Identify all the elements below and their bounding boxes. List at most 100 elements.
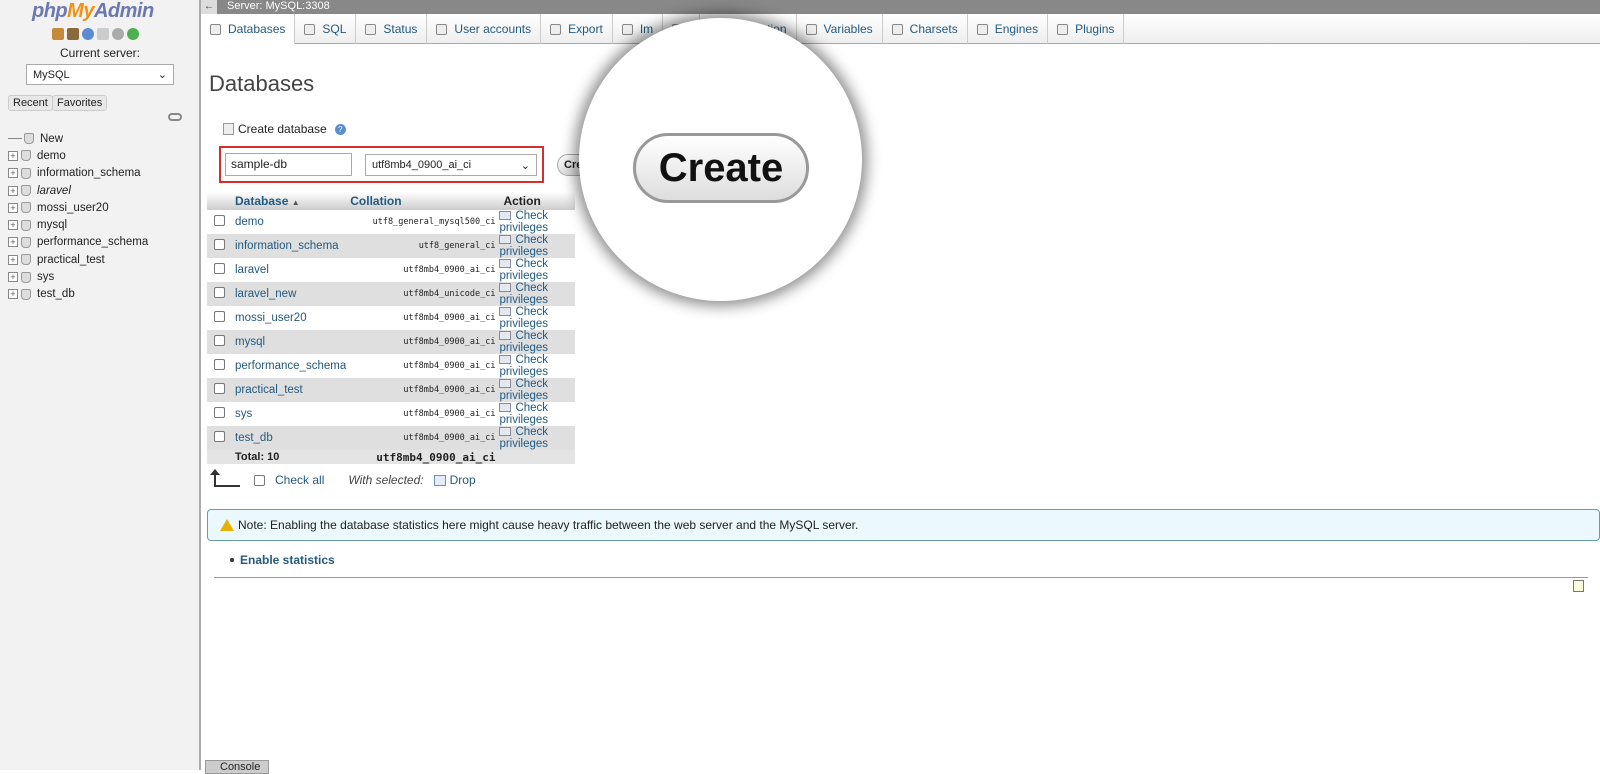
tab-user-accounts[interactable]: User accounts bbox=[427, 14, 542, 44]
check-all-label[interactable]: Check all bbox=[275, 473, 324, 487]
tab-engines[interactable]: Engines bbox=[968, 14, 1049, 44]
tree-item-new[interactable]: New bbox=[8, 130, 148, 147]
row-checkbox[interactable] bbox=[213, 287, 225, 298]
expand-icon[interactable]: + bbox=[8, 202, 18, 213]
server-breadcrumb[interactable]: Server: MySQL:3308 bbox=[227, 0, 330, 12]
server-select[interactable]: MySQL ⌄ bbox=[26, 64, 174, 85]
tree-item-database[interactable]: + information_schema bbox=[8, 165, 148, 182]
check-all-checkbox[interactable] bbox=[254, 474, 265, 486]
expand-icon[interactable]: + bbox=[8, 150, 18, 161]
row-checkbox[interactable] bbox=[213, 239, 225, 250]
note-text: Note: Enabling the database statistics h… bbox=[238, 518, 859, 532]
expand-icon[interactable]: + bbox=[8, 237, 18, 248]
database-name-link[interactable]: performance_schema bbox=[231, 354, 347, 378]
check-privileges-link[interactable]: Check privileges bbox=[499, 306, 575, 330]
check-privileges-link[interactable]: Check privileges bbox=[499, 258, 575, 282]
collation-select[interactable]: utf8mb4_0900_ai_ci ⌄ bbox=[365, 154, 537, 176]
column-header-database[interactable]: Database ▲ bbox=[231, 192, 347, 210]
database-name-link[interactable]: information_schema bbox=[231, 234, 347, 258]
recent-button[interactable]: Recent bbox=[8, 95, 53, 111]
database-name-link[interactable]: laravel_new bbox=[231, 282, 347, 306]
database-name-input[interactable]: sample-db bbox=[225, 153, 352, 176]
tree-item-label: performance_schema bbox=[37, 236, 149, 249]
row-checkbox[interactable] bbox=[213, 335, 225, 346]
page-settings-icon[interactable] bbox=[1573, 580, 1584, 592]
tab-databases[interactable]: Databases bbox=[201, 14, 296, 44]
row-checkbox[interactable] bbox=[213, 407, 225, 418]
tree-item-database[interactable]: + mossi_user20 bbox=[8, 199, 148, 216]
tree-item-database[interactable]: + laravel bbox=[8, 182, 148, 199]
total-collation: utf8mb4_0900_ai_ci bbox=[346, 450, 500, 464]
expand-icon[interactable]: + bbox=[8, 168, 18, 179]
home-icon[interactable] bbox=[52, 28, 64, 40]
database-tree: New + demo + information_schema + laravel + moss… bbox=[8, 130, 148, 303]
tree-item-database[interactable]: + mysql bbox=[8, 216, 148, 233]
tree-item-database[interactable]: + practical_test bbox=[8, 251, 148, 268]
database-name-link[interactable]: test_db bbox=[231, 426, 347, 450]
favorites-button[interactable]: Favorites bbox=[52, 95, 108, 111]
help-icon[interactable]: ? bbox=[334, 123, 346, 135]
zoomed-create-button[interactable]: Create bbox=[633, 133, 809, 203]
column-header-collation[interactable]: Collation bbox=[346, 192, 500, 210]
tab-icon bbox=[976, 23, 988, 35]
database-name-link[interactable]: practical_test bbox=[231, 378, 347, 402]
expand-icon[interactable]: + bbox=[8, 272, 18, 283]
row-checkbox[interactable] bbox=[213, 311, 225, 322]
row-checkbox[interactable] bbox=[213, 431, 225, 442]
table-row: mysql utf8mb4_0900_ai_ci Check privileges bbox=[207, 330, 575, 354]
expand-icon[interactable]: + bbox=[8, 289, 18, 300]
check-privileges-link[interactable]: Check privileges bbox=[499, 426, 575, 450]
tab-variables[interactable]: Variables bbox=[797, 14, 883, 44]
reload-icon[interactable] bbox=[127, 28, 139, 40]
database-name-link[interactable]: mysql bbox=[231, 330, 347, 354]
tree-item-database[interactable]: + demo bbox=[8, 147, 148, 164]
column-header-action: Action bbox=[499, 192, 575, 210]
row-checkbox[interactable] bbox=[213, 359, 225, 370]
expand-icon[interactable]: + bbox=[8, 220, 18, 231]
database-name-link[interactable]: demo bbox=[231, 210, 347, 234]
tab-sql[interactable]: SQL bbox=[295, 14, 357, 44]
tab-plugins[interactable]: Plugins bbox=[1048, 14, 1125, 44]
phpmyadmin-logo[interactable]: phpMyAdmin bbox=[32, 0, 154, 23]
check-privileges-link[interactable]: Check privileges bbox=[499, 402, 575, 426]
collation-cell: utf8mb4_0900_ai_ci bbox=[346, 402, 500, 426]
database-name-link[interactable]: laravel bbox=[231, 258, 347, 282]
expand-icon[interactable]: + bbox=[8, 254, 18, 265]
tree-item-label: practical_test bbox=[37, 253, 105, 266]
back-arrow-icon[interactable]: ← bbox=[201, 0, 217, 14]
bullet bbox=[230, 558, 234, 562]
settings-gear-icon[interactable] bbox=[112, 28, 124, 40]
enable-statistics-link[interactable]: Enable statistics bbox=[230, 553, 335, 567]
tab-charsets[interactable]: Charsets bbox=[883, 14, 968, 44]
row-checkbox[interactable] bbox=[213, 215, 225, 226]
collation-cell: utf8_general_mysql500_ci bbox=[346, 210, 500, 234]
tab-label: Export bbox=[568, 22, 603, 36]
check-privileges-link[interactable]: Check privileges bbox=[499, 210, 575, 234]
privileges-icon bbox=[499, 427, 512, 437]
check-privileges-link[interactable]: Check privileges bbox=[499, 378, 575, 402]
drop-button[interactable]: Drop bbox=[433, 473, 476, 487]
top-menu-tabs: DatabasesSQLStatusUser accountsExportImR… bbox=[201, 14, 1600, 44]
tree-item-database[interactable]: + sys bbox=[8, 268, 148, 285]
row-checkbox[interactable] bbox=[213, 383, 225, 394]
check-privileges-link[interactable]: Check privileges bbox=[499, 234, 575, 258]
create-database-text: Create database bbox=[238, 122, 327, 136]
expand-icon[interactable]: + bbox=[8, 185, 18, 196]
tree-item-database[interactable]: + performance_schema bbox=[8, 234, 148, 251]
divider bbox=[214, 577, 1588, 578]
check-privileges-link[interactable]: Check privileges bbox=[499, 354, 575, 378]
check-privileges-link[interactable]: Check privileges bbox=[499, 330, 575, 354]
tree-item-label: mossi_user20 bbox=[37, 201, 109, 214]
link-chain-icon[interactable] bbox=[168, 113, 182, 121]
tab-status[interactable]: Status bbox=[356, 14, 428, 44]
tree-item-database[interactable]: + test_db bbox=[8, 286, 148, 303]
tab-export[interactable]: Export bbox=[541, 14, 613, 44]
database-name-link[interactable]: sys bbox=[231, 402, 347, 426]
docs-icon[interactable] bbox=[97, 28, 109, 40]
console-tab[interactable]: Console bbox=[205, 760, 269, 774]
logout-icon[interactable] bbox=[67, 28, 79, 40]
help-icon[interactable] bbox=[82, 28, 94, 40]
check-privileges-link[interactable]: Check privileges bbox=[499, 282, 575, 306]
database-name-link[interactable]: mossi_user20 bbox=[231, 306, 347, 330]
row-checkbox[interactable] bbox=[213, 263, 225, 274]
